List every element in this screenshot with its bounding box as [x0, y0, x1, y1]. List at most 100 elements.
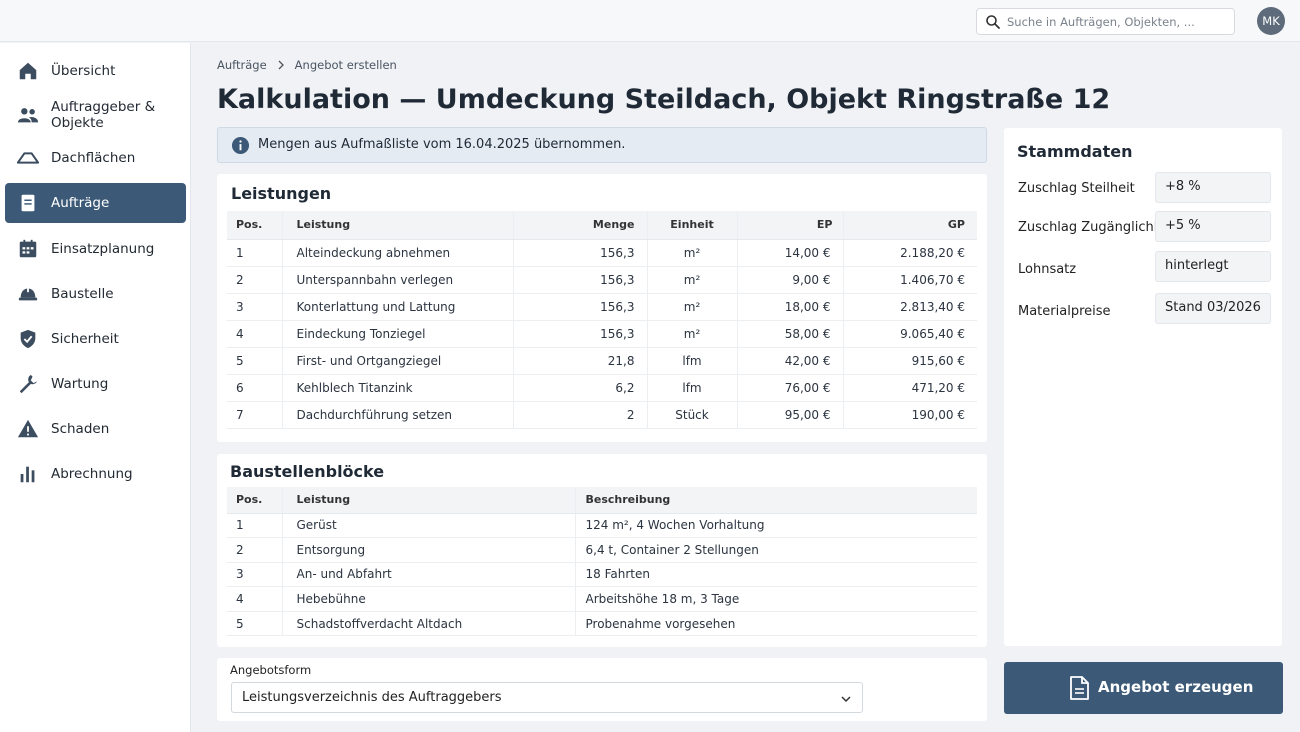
avatar[interactable]: MK [1257, 7, 1285, 35]
angebot-erzeugen-button[interactable]: Angebot erzeugen [1004, 662, 1283, 714]
home-icon [19, 62, 37, 80]
cell-beschreibung: 18 Fahrten [575, 562, 977, 588]
table-row[interactable]: 3 An- und Abfahrt 18 Fahrten [227, 562, 977, 588]
angebot-erzeugen-label: Angebot erzeugen [1098, 678, 1254, 696]
col-header-pos: Pos. [227, 211, 283, 240]
table-header-row: Pos. Leistung Beschreibung [227, 487, 977, 514]
sidebar-item-label: Auftraggeber & Objekte [51, 99, 156, 131]
sidebar-item-schaden[interactable]: Schaden [5, 409, 186, 449]
sidebar-item-label: Abrechnung [51, 466, 133, 482]
table-row[interactable]: 5 Schadstoffverdacht Altdach Probenahme … [227, 611, 977, 637]
chevron-down-icon [841, 696, 851, 703]
cell-pos: 3 [227, 293, 283, 321]
sidebar-item-dachflaechen[interactable]: Dachflächen [5, 138, 186, 178]
cell-ep: 76,00 € [737, 374, 844, 402]
sidebar-item-sicherheit[interactable]: Sicherheit [5, 319, 186, 359]
cell-ep: 58,00 € [737, 320, 844, 348]
sidebar-item-abrechnung[interactable]: Abrechnung [5, 454, 186, 494]
table-row[interactable]: 6 Kehlblech Titanzink 6,2 lfm 76,00 € 47… [227, 374, 977, 402]
breadcrumb-parent-link[interactable]: Aufträge [217, 58, 267, 72]
cell-ep: 42,00 € [737, 347, 844, 375]
stammdaten-value-zugaenglichkeit[interactable]: +5 % [1155, 211, 1271, 242]
stammdaten-card [1004, 128, 1282, 646]
sidebar-item-auftraggeber[interactable]: Auftraggeber & Objekte [5, 95, 186, 135]
cell-leistung: An- und Abfahrt [282, 562, 576, 588]
cell-gp: 2.813,40 € [843, 293, 977, 321]
cell-beschreibung: 6,4 t, Container 2 Stellungen [575, 537, 977, 563]
table-row[interactable]: 4 Eindeckung Tonziegel 156,3 m² 58,00 € … [227, 320, 977, 348]
sidebar-item-wartung[interactable]: Wartung [5, 364, 186, 404]
cell-ep: 9,00 € [737, 266, 844, 294]
angebotsform-select[interactable]: Leistungsverzeichnis des Auftraggebers [231, 682, 863, 713]
cell-leistung: Kehlblech Titanzink [282, 374, 514, 402]
info-banner: Mengen aus Aufmaßliste vom 16.04.2025 üb… [217, 127, 987, 163]
sidebar-item-uebersicht[interactable]: Übersicht [5, 51, 186, 91]
cell-leistung: First- und Ortgangziegel [282, 347, 514, 375]
cell-leistung: Entsorgung [282, 537, 576, 563]
table-row[interactable]: 1 Alteindeckung abnehmen 156,3 m² 14,00 … [227, 239, 977, 267]
breadcrumb-current: Angebot erstellen [294, 58, 397, 72]
search-input[interactable] [1007, 12, 1229, 32]
page-title: Kalkulation — Umdeckung Steildach, Objek… [217, 84, 1111, 115]
cell-beschreibung: Probenahme vorgesehen [575, 611, 977, 637]
cell-gp: 915,60 € [843, 347, 977, 375]
cell-gp: 9.065,40 € [843, 320, 977, 348]
cell-einheit: lfm [647, 374, 738, 402]
cell-ep: 14,00 € [737, 239, 844, 267]
table-row[interactable]: 5 First- und Ortgangziegel 21,8 lfm 42,0… [227, 347, 977, 375]
sidebar-item-baustelle[interactable]: Baustelle [5, 274, 186, 314]
col-header-gp: GP [843, 211, 977, 240]
angebotsform-label: Angebotsform [230, 663, 312, 677]
cell-menge: 2 [513, 401, 648, 429]
search-icon [986, 15, 1000, 29]
table-row[interactable]: 4 Hebebühne Arbeitshöhe 18 m, 3 Tage [227, 586, 977, 612]
stammdaten-value-lohnsatz[interactable]: hinterlegt [1155, 251, 1271, 282]
cell-leistung: Eindeckung Tonziegel [282, 320, 514, 348]
col-header-leistung: Leistung [282, 211, 514, 240]
people-icon [17, 108, 39, 123]
stammdaten-value-steilheit[interactable]: +8 % [1155, 172, 1271, 203]
sidebar-item-label: Wartung [51, 376, 109, 392]
table-header-row: Pos. Leistung Menge Einheit EP GP [227, 211, 977, 240]
col-header-beschreibung: Beschreibung [575, 487, 977, 514]
stammdaten-label: Zuschlag Steilheit [1018, 181, 1135, 196]
cell-pos: 1 [227, 239, 283, 267]
col-header-menge: Menge [513, 211, 648, 240]
sidebar-item-auftraege[interactable]: Aufträge [5, 183, 186, 223]
leistungen-title: Leistungen [231, 184, 332, 203]
cell-leistung: Dachdurchführung setzen [282, 401, 514, 429]
table-row[interactable]: 1 Gerüst 124 m², 4 Wochen Vorhaltung [227, 513, 977, 539]
stammdaten-label: Zuschlag Zugänglichkeit [1018, 220, 1178, 235]
cell-pos: 2 [227, 266, 283, 294]
breadcrumb: Aufträge Angebot erstellen [217, 57, 397, 73]
sidebar-item-label: Einsatzplanung [51, 241, 155, 257]
sidebar-item-label: Aufträge [51, 195, 110, 211]
cell-leistung: Hebebühne [282, 586, 576, 612]
cell-ep: 18,00 € [737, 293, 844, 321]
baustellen-title: Baustellenblöcke [230, 462, 385, 481]
cell-menge: 156,3 [513, 239, 648, 267]
table-row[interactable]: 3 Konterlattung und Lattung 156,3 m² 18,… [227, 293, 977, 321]
cell-gp: 471,20 € [843, 374, 977, 402]
cell-einheit: Stück [647, 401, 738, 429]
search-box[interactable] [976, 8, 1235, 35]
sidebar-item-label: Schaden [51, 421, 110, 437]
table-row[interactable]: 7 Dachdurchführung setzen 2 Stück 95,00 … [227, 401, 977, 429]
cell-pos: 1 [227, 513, 283, 539]
chevron-right-icon [278, 60, 284, 70]
stammdaten-value-materialpreise[interactable]: Stand 03/2026 [1155, 293, 1271, 324]
cell-einheit: m² [647, 293, 738, 321]
cell-ep: 95,00 € [737, 401, 844, 429]
col-header-pos: Pos. [227, 487, 283, 514]
cell-menge: 156,3 [513, 266, 648, 294]
cell-menge: 156,3 [513, 293, 648, 321]
cell-leistung: Unterspannbahn verlegen [282, 266, 514, 294]
table-row[interactable]: 2 Unterspannbahn verlegen 156,3 m² 9,00 … [227, 266, 977, 294]
cell-leistung: Gerüst [282, 513, 576, 539]
cell-pos: 5 [227, 347, 283, 375]
cell-beschreibung: Arbeitshöhe 18 m, 3 Tage [575, 586, 977, 612]
table-row[interactable]: 2 Entsorgung 6,4 t, Container 2 Stellung… [227, 537, 977, 563]
cell-pos: 2 [227, 537, 283, 563]
sidebar-item-einsatzplanung[interactable]: Einsatzplanung [5, 229, 186, 269]
cell-leistung: Konterlattung und Lattung [282, 293, 514, 321]
